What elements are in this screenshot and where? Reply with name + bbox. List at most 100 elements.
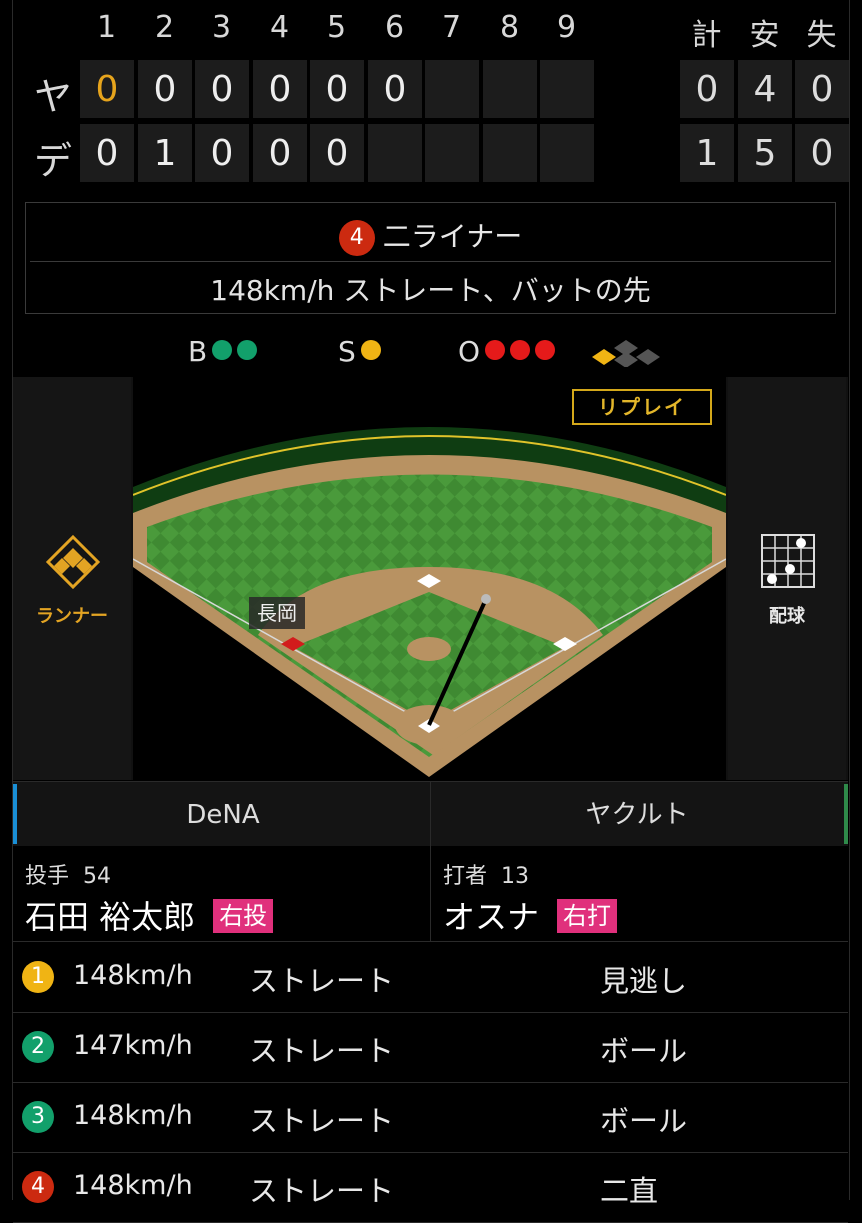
batter-count-badge: 4 <box>338 220 375 256</box>
batter-hand-badge: 右打 <box>557 899 618 933</box>
inning-header: 5 <box>326 10 347 45</box>
total-score: 4 <box>738 60 792 118</box>
pitch-row[interactable]: 4 148km/h ストレート 二直 <box>13 1152 848 1223</box>
pitcher-name-row: 石田 裕太郎 右投 <box>25 892 274 938</box>
team-tab-dena[interactable]: DeNA <box>17 782 429 846</box>
batter-name-row: オスナ 右打 <box>443 892 618 938</box>
divider <box>30 261 831 262</box>
strike-label: S <box>338 335 356 368</box>
pitcher-role: 投手 54 <box>25 858 111 890</box>
pitch-row[interactable]: 3 148km/h ストレート ボール <box>13 1082 848 1153</box>
inning-score: 0 <box>253 60 307 118</box>
ball-count: B <box>188 335 258 368</box>
total-score: 0 <box>680 60 734 118</box>
pitch-type: ストレート <box>249 964 395 998</box>
total-header: 計 <box>691 18 722 53</box>
pitch-number-badge: 2 <box>22 1031 54 1063</box>
inning-score: 0 <box>138 60 192 118</box>
pitcher-number: 54 <box>83 864 112 889</box>
batter-role: 打者 13 <box>443 858 529 890</box>
pitch-result: 見逃し <box>600 964 688 998</box>
inning-score <box>368 124 422 182</box>
pitch-grid-icon <box>761 534 815 588</box>
out-dot <box>485 340 506 360</box>
batter-info[interactable]: 打者 13 オスナ 右打 <box>431 846 848 941</box>
team-tab-yakult[interactable]: ヤクルト <box>431 782 843 846</box>
pitch-row[interactable]: 1 148km/h ストレート 見逃し <box>13 942 848 1013</box>
pitch-number-badge: 3 <box>22 1101 54 1133</box>
total-score: 1 <box>680 124 734 182</box>
team-abbr: デ <box>33 139 72 183</box>
pitch-chart-button[interactable]: 配球 <box>728 377 846 780</box>
ballpark-svg <box>133 427 726 777</box>
pitch-list: 1 148km/h ストレート 見逃し 2 147km/h ストレート ボール 3 148km/h… <box>13 942 848 1223</box>
batter-name: オスナ <box>443 898 540 936</box>
inning-score <box>425 60 479 118</box>
inning-score: 0 <box>368 60 422 118</box>
team-abbr: ヤ <box>33 75 72 119</box>
pitch-number-badge: 4 <box>22 1171 54 1203</box>
inning-score <box>483 60 537 118</box>
total-score: 5 <box>738 124 792 182</box>
pitch-type: ストレート <box>249 1174 395 1208</box>
inning-score: 1 <box>138 124 192 182</box>
pitch-row[interactable]: 2 147km/h ストレート ボール <box>13 1012 848 1083</box>
inning-score: 0 <box>310 60 364 118</box>
runner-button[interactable]: ランナー <box>13 377 131 780</box>
inning-score: 0 <box>253 124 307 182</box>
inning-header: 3 <box>211 10 232 45</box>
inning-header: 1 <box>96 10 117 45</box>
inning-header: 9 <box>556 10 577 45</box>
inning-score <box>540 124 594 182</box>
play-title: 4 二ライナー <box>26 215 835 256</box>
pitch-result: ボール <box>600 1104 688 1138</box>
total-header: 失 <box>806 18 837 53</box>
ball-label: B <box>188 335 208 368</box>
yakult-color-bar <box>844 784 848 844</box>
inning-score: 0 <box>80 124 134 182</box>
inning-header: 8 <box>499 10 520 45</box>
out-label: O <box>458 335 481 368</box>
inning-score: 0 <box>80 60 134 118</box>
team-header: DeNA ヤクルト <box>13 781 848 847</box>
pitcher-name: 石田 裕太郎 <box>25 898 196 936</box>
pitch-result: ボール <box>600 1034 688 1068</box>
pitch-number-badge: 1 <box>22 961 54 993</box>
inning-score <box>425 124 479 182</box>
pitcher-info[interactable]: 投手 54 石田 裕太郎 右投 <box>13 846 430 941</box>
scoreboard: 123456789計安失ヤ000000040デ01000150 <box>0 0 862 195</box>
inning-header: 6 <box>384 10 405 45</box>
replay-button[interactable]: リプレイ <box>572 389 712 425</box>
inning-header: 7 <box>441 10 462 45</box>
matchup-panel: 投手 54 石田 裕太郎 右投 打者 13 オスナ 右打 <box>13 846 848 942</box>
inning-score <box>483 124 537 182</box>
inning-score: 0 <box>310 124 364 182</box>
runner-name-tag: 長岡 <box>249 597 305 629</box>
runner-button-label: ランナー <box>36 606 108 627</box>
total-header: 安 <box>749 18 780 53</box>
pitch-speed: 148km/h <box>73 1100 193 1131</box>
play-description: 148km/h ストレート、バットの先 <box>210 274 651 307</box>
out-dot <box>535 340 556 360</box>
pitch-type: ストレート <box>249 1104 395 1138</box>
pitch-speed: 148km/h <box>73 1170 193 1201</box>
strike-count: S <box>338 335 381 368</box>
batter-number: 13 <box>501 864 530 889</box>
total-score: 0 <box>795 60 849 118</box>
base-runner-icon <box>592 340 660 367</box>
play-summary: 4 二ライナー 148km/h ストレート、バットの先 <box>25 202 836 314</box>
play-result: 二ライナー <box>382 220 523 253</box>
pitch-chart-label: 配球 <box>769 606 805 627</box>
field-diagram: リプレイ 長岡 <box>133 377 726 780</box>
inning-score: 0 <box>195 60 249 118</box>
batter-role-label: 打者 <box>443 864 488 889</box>
pitcher-hand-badge: 右投 <box>213 899 274 933</box>
inning-score <box>540 60 594 118</box>
out-dot <box>510 340 531 360</box>
ball-landing-point <box>481 594 491 604</box>
pitch-speed: 147km/h <box>73 1030 193 1061</box>
out-count: O <box>458 335 556 368</box>
ball-dot <box>212 340 233 360</box>
ball-dot <box>237 340 258 360</box>
total-score: 0 <box>795 124 849 182</box>
